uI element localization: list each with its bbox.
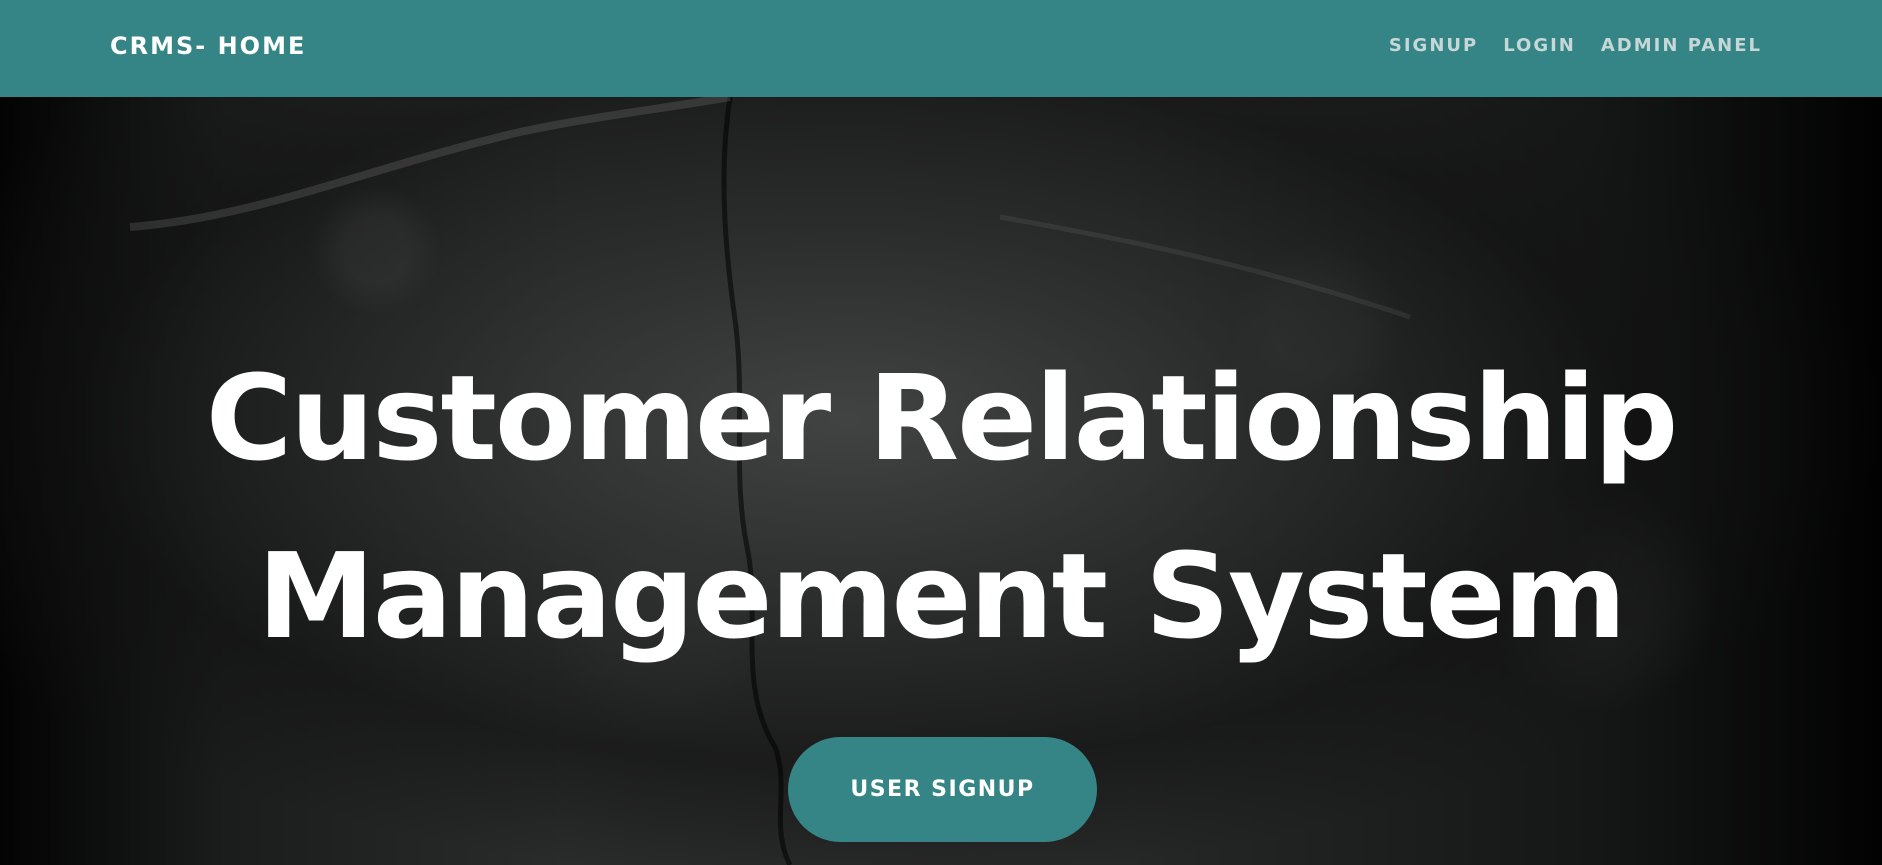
login-link[interactable]: LOGIN bbox=[1503, 33, 1576, 59]
navigation-links: SIGNUP LOGIN ADMIN PANEL bbox=[1389, 33, 1762, 59]
page-title: Customer Relationship Management System bbox=[160, 329, 1722, 685]
background-scratch bbox=[999, 214, 1411, 320]
admin-panel-link[interactable]: ADMIN PANEL bbox=[1601, 33, 1762, 59]
top-navigation-bar: CRMS- HOME SIGNUP LOGIN ADMIN PANEL bbox=[0, 0, 1882, 97]
page-title-line-2: Management System bbox=[257, 527, 1626, 665]
user-signup-button[interactable]: USER SIGNUP bbox=[788, 737, 1097, 842]
hero-section: Customer Relationship Management System … bbox=[0, 97, 1882, 865]
page-title-line-1: Customer Relationship bbox=[205, 349, 1679, 487]
background-scratch bbox=[129, 97, 731, 231]
brand-home-link[interactable]: CRMS- HOME bbox=[110, 31, 306, 61]
signup-link[interactable]: SIGNUP bbox=[1389, 33, 1478, 59]
